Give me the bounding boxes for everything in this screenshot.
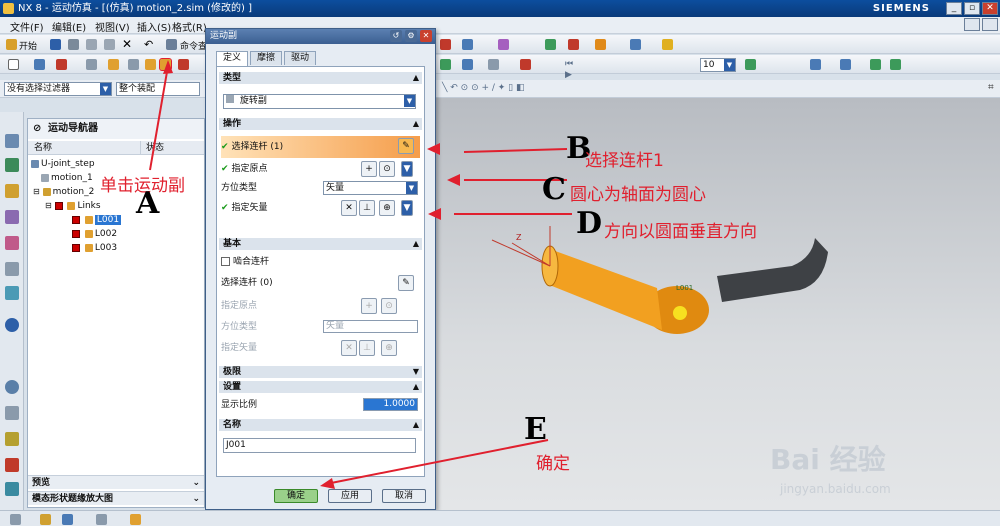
status-icon-1[interactable]: [10, 514, 21, 525]
annotation-d-letter: D: [576, 206, 603, 241]
annotation-b-text: 选择连杆1: [585, 151, 664, 171]
status-icon-3[interactable]: [62, 514, 73, 525]
annotation-d-text: 方向以圆面垂直方向: [604, 222, 757, 242]
annotation-c-text: 圆心为轴面为圆心: [570, 185, 706, 205]
baidu-watermark: Bai 经验: [770, 443, 886, 476]
status-icon-2[interactable]: [40, 514, 51, 525]
baidu-watermark-url: jingyan.baidu.com: [780, 482, 891, 496]
arrow-d-head: [428, 208, 441, 220]
arrow-e-head: [320, 478, 335, 489]
arrow-e-line: [325, 439, 549, 485]
annotation-c-letter: C: [542, 172, 566, 207]
status-bar: [0, 510, 1000, 526]
status-icon-5[interactable]: [130, 514, 141, 525]
status-icon-4[interactable]: [96, 514, 107, 525]
arrow-a-line: [149, 65, 169, 171]
arrow-b-head: [427, 143, 440, 155]
annotation-a-letter: A: [136, 186, 160, 221]
annotation-e-text: 确定: [536, 454, 570, 474]
arrow-a-head: [163, 60, 173, 74]
arrow-c-head: [447, 174, 460, 186]
annotation-e-letter: E: [524, 412, 547, 447]
